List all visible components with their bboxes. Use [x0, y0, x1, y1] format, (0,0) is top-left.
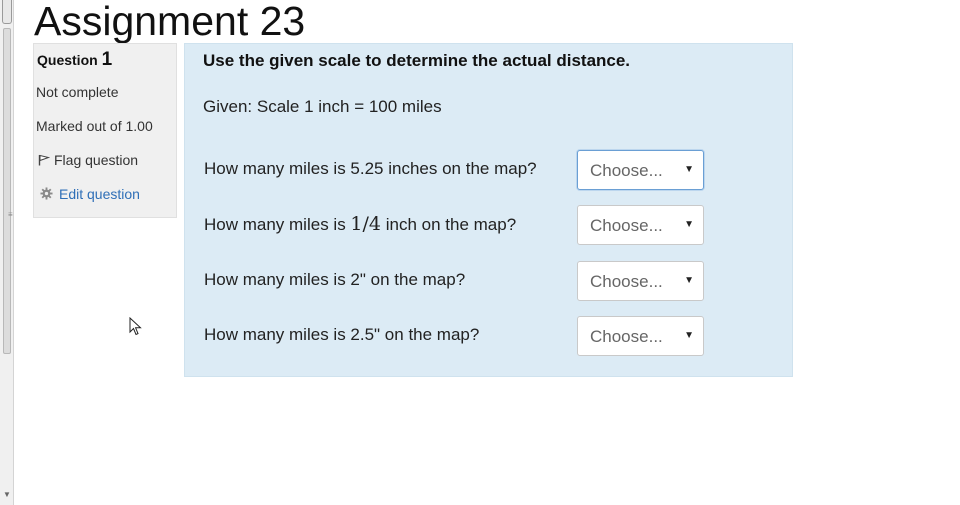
scrollbar-top-cap — [2, 0, 12, 24]
flag-icon — [38, 154, 50, 166]
page-title: Assignment 23 — [34, 0, 306, 44]
flag-question-label: Flag question — [54, 152, 139, 168]
row-2-text-after: inch on the map? — [381, 215, 517, 234]
row-2-select[interactable]: Choose... ▼ — [577, 205, 704, 245]
gear-icon — [40, 187, 53, 200]
dropdown-arrow-icon: ▼ — [684, 219, 694, 230]
edit-question-link[interactable]: Edit question — [40, 186, 140, 202]
given-scale-text: Given: Scale 1 inch = 100 miles — [203, 97, 442, 116]
flag-question-link[interactable]: Flag question — [38, 152, 138, 168]
question-label-text: Question — [37, 52, 98, 68]
scroll-down-arrow-icon[interactable]: ▼ — [3, 490, 11, 499]
dropdown-arrow-icon: ▼ — [684, 275, 694, 286]
row-2-fraction: 1/4 — [350, 213, 381, 235]
row-4-select[interactable]: Choose... ▼ — [577, 316, 704, 356]
question-grade: Marked out of 1.00 — [36, 118, 153, 134]
row-1-select[interactable]: Choose... ▼ — [577, 150, 704, 190]
row-3-selected-value: Choose... — [590, 272, 663, 291]
question-label: Question 1 — [37, 49, 112, 71]
question-number: 1 — [101, 49, 113, 70]
window-scrollbar[interactable]: ≡ ▼ — [0, 0, 14, 505]
dropdown-arrow-icon: ▼ — [684, 330, 694, 341]
mouse-cursor-icon — [129, 317, 142, 336]
row-1-text: How many miles is 5.25 inches on the map… — [204, 159, 537, 178]
question-prompt: Use the given scale to determine the act… — [203, 51, 631, 70]
scrollbar-grip-icon: ≡ — [8, 210, 13, 219]
row-3-text: How many miles is 2" on the map? — [204, 270, 466, 289]
row-4-text: How many miles is 2.5" on the map? — [204, 325, 480, 344]
question-info-block: Question 1 Not complete Marked out of 1.… — [33, 43, 177, 218]
scrollbar-thumb[interactable]: ≡ — [3, 28, 13, 354]
row-1-selected-value: Choose... — [590, 161, 663, 180]
row-3-select[interactable]: Choose... ▼ — [577, 261, 704, 301]
row-2-text-before: How many miles is — [204, 215, 351, 234]
row-2-text: How many miles is 1/4 inch on the map? — [204, 213, 516, 235]
edit-question-label: Edit question — [59, 186, 140, 202]
question-formulation-panel: Use the given scale to determine the act… — [184, 43, 793, 377]
row-4-selected-value: Choose... — [590, 327, 663, 346]
row-2-selected-value: Choose... — [590, 216, 663, 235]
dropdown-arrow-icon: ▼ — [684, 164, 694, 175]
question-state: Not complete — [36, 84, 119, 100]
